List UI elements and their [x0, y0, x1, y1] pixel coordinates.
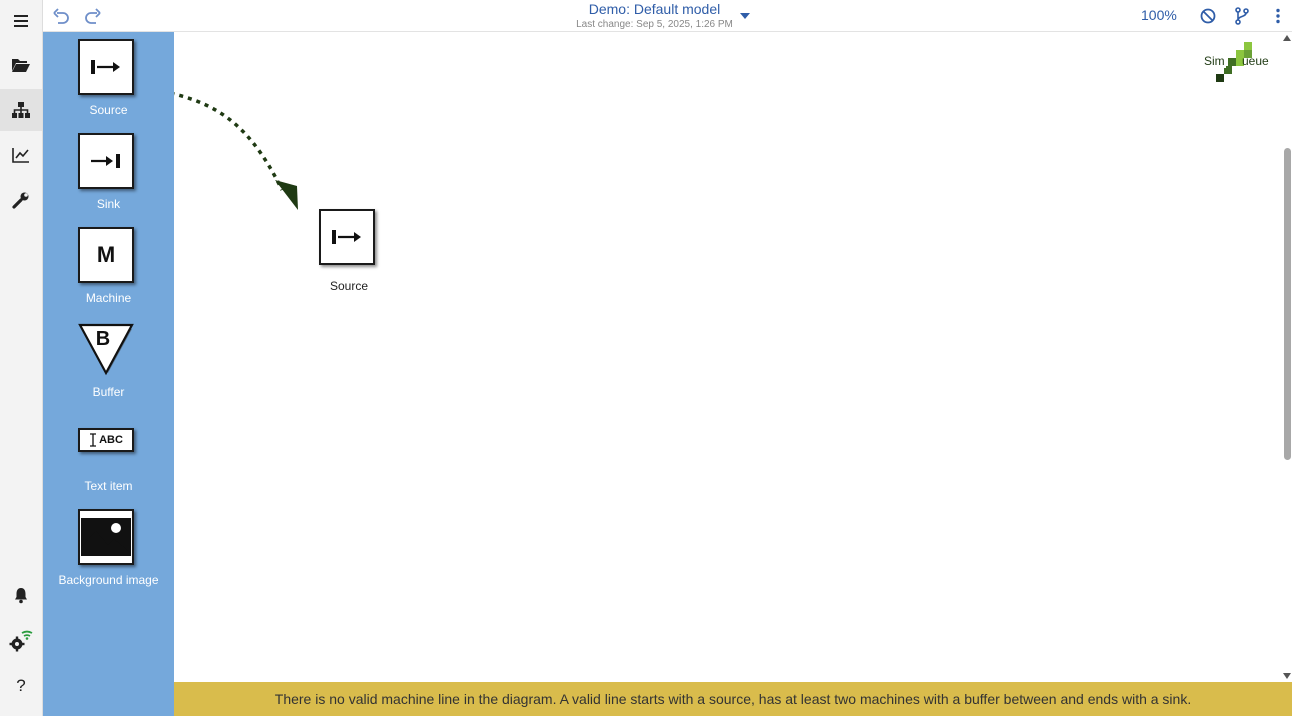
text-glyph: ABC: [99, 434, 123, 446]
buffer-glyph: B: [95, 328, 111, 350]
palette-item-source[interactable]: Source: [43, 37, 174, 127]
palette-label: Buffer: [92, 385, 125, 399]
logo-text-left: Sim: [1203, 54, 1226, 68]
validation-message: There is no valid machine line in the di…: [274, 691, 1192, 707]
menu-icon[interactable]: [0, 0, 42, 42]
palette-label: Machine: [85, 291, 132, 305]
branch-icon[interactable]: [1230, 4, 1254, 28]
vertical-scrollbar[interactable]: [1282, 32, 1292, 682]
stop-simulation-icon[interactable]: [1196, 4, 1220, 28]
buffer-icon: B: [76, 321, 138, 377]
palette-label: Text item: [84, 479, 133, 493]
help-icon[interactable]: ?: [0, 664, 42, 706]
bell-icon[interactable]: [0, 574, 42, 616]
diagram-canvas[interactable]: Source: [174, 32, 1282, 682]
source-icon: [332, 230, 361, 244]
palette-label: Background image: [58, 573, 159, 587]
app-window: ? Demo: Default model Last change: Sep 5…: [0, 0, 1292, 716]
scrollbar-thumb[interactable]: [1284, 148, 1291, 460]
wrench-icon[interactable]: [0, 179, 42, 221]
palette-label: Sink: [96, 197, 121, 211]
element-palette: Source Sink M Machine B Buffer ABC Text …: [43, 32, 174, 716]
top-bar: Demo: Default model Last change: Sep 5, …: [43, 0, 1292, 32]
folder-open-icon[interactable]: [0, 44, 42, 86]
scroll-down-icon[interactable]: [1282, 672, 1292, 680]
sink-icon: [78, 133, 134, 189]
model-dropdown-icon[interactable]: [733, 4, 757, 28]
chart-icon[interactable]: [0, 134, 42, 176]
connection-settings-icon[interactable]: [0, 618, 42, 660]
model-title[interactable]: Demo: Default model: [43, 1, 1266, 17]
palette-item-background-image[interactable]: Background image: [43, 507, 174, 597]
palette-item-machine[interactable]: M Machine: [43, 225, 174, 315]
palette-item-sink[interactable]: Sink: [43, 131, 174, 221]
left-nav-rail: ?: [0, 0, 43, 716]
simqueue-logo: Sim ueue: [1202, 40, 1280, 84]
canvas-node-label: Source: [329, 279, 369, 293]
machine-glyph: M: [96, 242, 116, 267]
drag-hint-arrow: [174, 92, 298, 210]
machine-icon: M: [78, 227, 134, 283]
svg-text:?: ?: [16, 676, 25, 694]
logo-text-right: ueue: [1242, 54, 1269, 68]
more-options-icon[interactable]: [1266, 4, 1290, 28]
source-icon: [78, 39, 134, 95]
image-icon: [78, 509, 134, 565]
last-change-text: Last change: Sep 5, 2025, 1:26 PM: [576, 19, 733, 30]
validation-status-bar: There is no valid machine line in the di…: [174, 682, 1292, 716]
zoom-level[interactable]: 100%: [1141, 7, 1177, 23]
palette-item-buffer[interactable]: B Buffer: [43, 319, 174, 409]
diagram-icon[interactable]: [0, 89, 42, 131]
canvas-node-source[interactable]: [319, 209, 375, 265]
palette-label: Source: [89, 103, 128, 117]
scroll-up-icon[interactable]: [1282, 34, 1292, 42]
text-item-icon: ABC: [78, 428, 134, 452]
palette-item-text[interactable]: ABC Text item: [43, 413, 174, 503]
